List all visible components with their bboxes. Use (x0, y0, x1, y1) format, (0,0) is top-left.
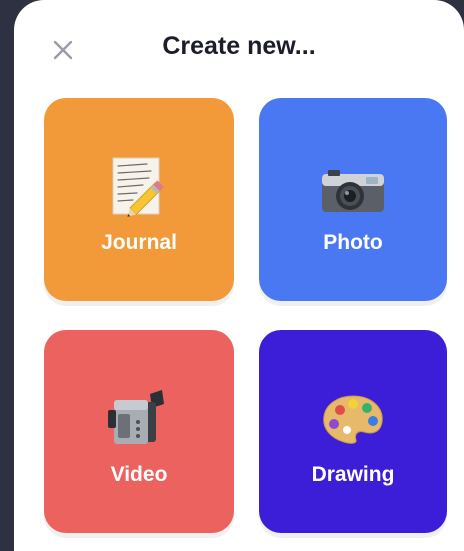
video-label: Video (110, 463, 168, 486)
drawing-tile[interactable]: Drawing (259, 330, 447, 533)
memo-pencil-icon (112, 157, 164, 217)
journal-tile[interactable]: Journal (44, 98, 234, 301)
camera-icon (322, 170, 384, 212)
photo-tile[interactable]: Photo (259, 98, 447, 301)
video-tile[interactable]: Video (44, 330, 234, 533)
photo-label: Photo (323, 231, 383, 254)
artist-palette-icon (323, 395, 383, 444)
journal-label: Journal (101, 231, 177, 254)
video-camera-icon (108, 390, 164, 444)
drawing-label: Drawing (311, 463, 395, 486)
dialog-title: Create new... (162, 32, 316, 60)
